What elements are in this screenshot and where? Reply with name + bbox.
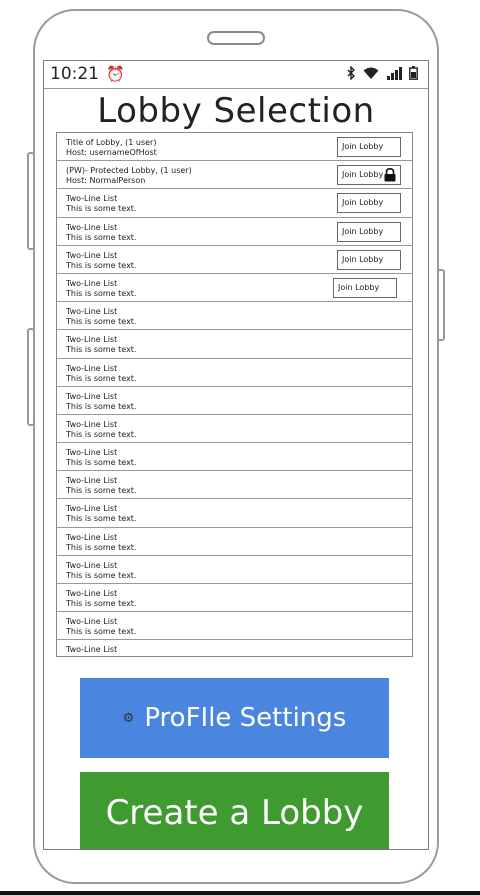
- lobby-row[interactable]: Two-Line List This is some text.: [57, 499, 412, 528]
- signal-icon: [386, 66, 402, 84]
- profile-settings-label: ProFIle Settings: [144, 703, 347, 733]
- lobby-row-subtitle: This is some text.: [66, 401, 137, 411]
- lobby-row[interactable]: Two-Line List This is some text.: [57, 612, 412, 641]
- lobby-row-title: Two-Line List: [66, 222, 118, 232]
- lobby-row-subtitle: Host: NormalPerson: [66, 176, 146, 186]
- lobby-row-subtitle: This is some text.: [66, 317, 137, 327]
- right-side-button: [437, 269, 445, 341]
- lobby-row-subtitle: This is some text.: [66, 514, 137, 524]
- lobby-row[interactable]: Two-Line List This is some text.: [57, 415, 412, 444]
- lobby-row[interactable]: Two-Line List This is some text.: [57, 443, 412, 472]
- join-lobby-label: Join Lobby: [338, 282, 380, 292]
- lobby-list[interactable]: Title of Lobby, (1 user) Host: usernameOf…: [56, 132, 413, 657]
- lobby-row[interactable]: Title of Lobby, (1 user) Host: usernameOf…: [57, 133, 412, 162]
- lobby-row-title: Title of Lobby, (1 user): [66, 138, 157, 147]
- create-lobby-button[interactable]: Create a Lobby: [80, 772, 389, 849]
- lobby-row[interactable]: Two-Line List This is some text.: [57, 528, 412, 556]
- join-lobby-button[interactable]: Join Lobby: [333, 277, 397, 298]
- lobby-row-subtitle: This is some text.: [66, 570, 137, 580]
- lobby-row[interactable]: Two-Line List This is some text.: [57, 584, 412, 613]
- lobby-row-title: Two-Line List: [66, 335, 118, 345]
- join-lobby-button[interactable]: Join Lobby: [337, 193, 401, 214]
- status-time: 10:21: [50, 64, 99, 84]
- lobby-row-subtitle: This is some text.: [66, 429, 137, 439]
- join-lobby-label: Join Lobby: [342, 142, 384, 151]
- lobby-row-title: Two-Line List: [66, 560, 118, 570]
- status-bar: 10:21 ⏰: [44, 61, 428, 89]
- lobby-row-title: Two-Line List: [66, 307, 118, 317]
- create-lobby-label: Create a Lobby: [105, 793, 364, 833]
- lobby-row-subtitle: This is some text.: [66, 373, 137, 383]
- lobby-row[interactable]: Two-Line List This is some text.: [57, 330, 412, 359]
- alarm-icon: ⏰: [106, 65, 125, 83]
- lobby-row-title: (PW)- Protected Lobby, (1 user): [66, 166, 192, 176]
- join-lobby-button[interactable]: Join Lobby: [337, 221, 401, 242]
- lobby-row[interactable]: Two-Line List This is some text. Join Lobb…: [57, 274, 412, 303]
- join-lobby-button[interactable]: Join Lobby: [337, 165, 401, 186]
- lobby-row-subtitle: This is some text.: [66, 486, 137, 496]
- lobby-row-title: Two-Line List: [66, 617, 118, 627]
- join-lobby-label: Join Lobby: [342, 226, 384, 236]
- join-lobby-button[interactable]: Join Lobby: [337, 137, 401, 157]
- lobby-row[interactable]: Two-Line List This is some text. Join Lobb…: [57, 189, 412, 218]
- lobby-row[interactable]: Two-Line List This is some text.: [57, 471, 412, 500]
- lobby-row[interactable]: Two-Line List This is some text. Join Lobb…: [57, 218, 412, 246]
- lobby-row-subtitle: This is some text.: [66, 458, 137, 468]
- bottom-edge: [0, 891, 480, 895]
- speaker-grille: [207, 31, 265, 45]
- lobby-row-title: Two-Line List: [66, 363, 118, 373]
- lobby-row[interactable]: Two-Line List This is some text.: [57, 302, 412, 331]
- profile-settings-button[interactable]: ⚙ ProFIle Settings: [80, 678, 389, 758]
- join-lobby-label: Join Lobby: [342, 198, 384, 208]
- lobby-row-title: Two-Line List: [66, 589, 118, 598]
- battery-icon: [409, 66, 418, 84]
- left-side-button-bottom: [27, 328, 35, 426]
- lobby-row-subtitle: This is some text.: [66, 232, 137, 242]
- lobby-row-subtitle: This is some text.: [66, 260, 137, 270]
- lobby-row-title: Two-Line List: [66, 448, 118, 458]
- page-title: Lobby Selection: [97, 91, 375, 131]
- lobby-row[interactable]: Two-Line List This is some text.: [57, 556, 412, 584]
- join-lobby-label: Join Lobby: [342, 170, 384, 180]
- lobby-row-subtitle: This is some text.: [66, 627, 137, 637]
- lobby-row-title: Two-Line List: [66, 476, 118, 486]
- lobby-row-subtitle: This is some text.: [66, 204, 137, 214]
- lobby-row[interactable]: (PW)- Protected Lobby, (1 user) Host: Nor…: [57, 161, 412, 190]
- join-lobby-label: Join Lobby: [342, 254, 384, 264]
- bluetooth-icon: [347, 65, 356, 84]
- wifi-icon: [363, 67, 379, 84]
- join-lobby-button[interactable]: Join Lobby: [337, 249, 401, 270]
- lobby-row[interactable]: Two-Line List: [57, 640, 412, 656]
- lobby-row-title: Two-Line List: [66, 645, 118, 655]
- lobby-row[interactable]: Two-Line List This is some text.: [57, 387, 412, 415]
- status-icons: [347, 65, 418, 84]
- lobby-row-title: Two-Line List: [66, 278, 118, 288]
- lobby-row[interactable]: Two-Line List This is some text.: [57, 359, 412, 387]
- lobby-row-title: Two-Line List: [66, 250, 118, 260]
- gear-icon: ⚙: [122, 710, 135, 726]
- lobby-row-title: Two-Line List: [66, 391, 118, 401]
- lobby-row-title: Two-Line List: [66, 504, 118, 514]
- phone-screen: 10:21 ⏰ Lobby Selection Title of Lobby, …: [43, 60, 429, 850]
- lobby-row-subtitle: Host: usernameOfHost: [66, 148, 157, 157]
- lobby-row[interactable]: Two-Line List This is some text. Join Lobb…: [57, 246, 412, 274]
- lobby-row-subtitle: This is some text.: [66, 542, 137, 552]
- lock-icon: [384, 168, 396, 182]
- lobby-row-subtitle: This is some text.: [66, 599, 137, 608]
- lobby-row-title: Two-Line List: [66, 419, 118, 429]
- lobby-row-title: Two-Line List: [66, 532, 118, 542]
- lobby-row-subtitle: This is some text.: [66, 288, 137, 298]
- left-side-button-top: [27, 152, 35, 250]
- lobby-row-subtitle: This is some text.: [66, 345, 137, 355]
- lobby-row-title: Two-Line List: [66, 194, 118, 204]
